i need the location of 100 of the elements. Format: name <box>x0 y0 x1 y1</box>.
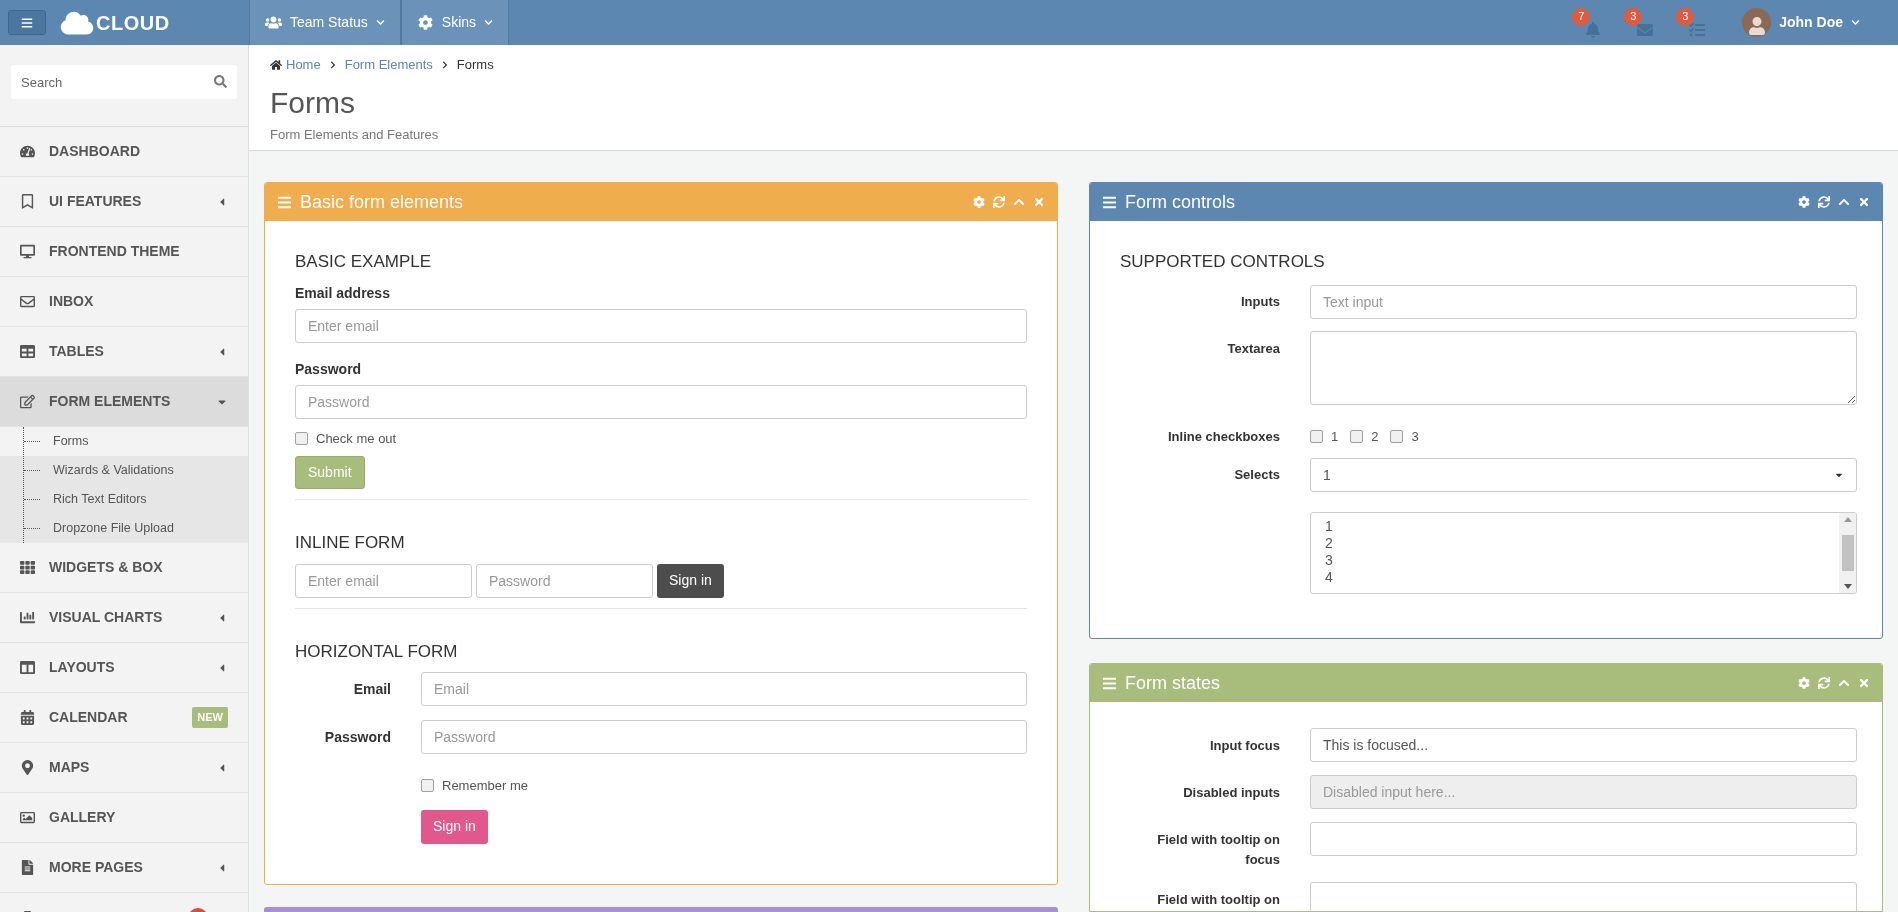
sidebar-item[interactable]: MAPS <box>0 743 248 793</box>
sidebar-label: GALLERY <box>49 808 116 827</box>
collapse-icon[interactable] <box>1013 196 1025 208</box>
notification-button[interactable]: 3 <box>1676 7 1707 38</box>
breadcrumb-link[interactable]: Form Elements <box>344 55 433 75</box>
sidebar-item[interactable]: VISUAL CHARTS <box>0 593 248 643</box>
submenu-item[interactable]: Dropzone File Upload <box>0 514 248 543</box>
input-field[interactable] <box>1310 882 1857 911</box>
sidebar-item[interactable]: UI FEATURES <box>0 177 248 227</box>
input-field[interactable]: Enter email <box>295 563 472 598</box>
menu-button[interactable] <box>8 10 46 35</box>
list-option[interactable]: 4 <box>1325 569 1825 586</box>
submenu-item[interactable]: Rich Text Editors <box>0 485 248 514</box>
sign-in-button[interactable]: Sign in <box>657 563 724 598</box>
edit-icon <box>20 394 35 409</box>
chevron-down-icon <box>1851 18 1860 27</box>
close-icon[interactable] <box>1858 677 1870 689</box>
count-badge: 3 <box>1676 7 1695 26</box>
input-field[interactable]: Password <box>421 720 1027 754</box>
field-label: Email <box>352 679 391 699</box>
refresh-icon[interactable] <box>1818 677 1830 689</box>
textarea[interactable] <box>1310 330 1857 405</box>
settings-icon[interactable] <box>973 196 985 208</box>
submenu-item[interactable]: Forms <box>0 427 248 456</box>
search-field[interactable]: Search <box>11 65 237 99</box>
checkbox[interactable] <box>1350 429 1364 443</box>
close-icon[interactable] <box>1858 196 1870 208</box>
field-label: Field with tooltip on focus <box>1156 831 1280 869</box>
close-icon[interactable] <box>1033 196 1045 208</box>
sidebar-item[interactable]: MORE PAGES <box>0 843 248 893</box>
collapse-icon[interactable] <box>1838 196 1850 208</box>
sidebar-item[interactable]: FORM ELEMENTS <box>0 377 248 427</box>
settings-icon[interactable] <box>1798 677 1810 689</box>
sidebar-item[interactable]: DASHBOARD <box>0 127 248 177</box>
panel-title: Form controls <box>1125 190 1236 214</box>
sidebar-item[interactable]: WIDGETS & BOX <box>0 543 248 593</box>
user-menu[interactable]: John Doe <box>1742 8 1860 37</box>
avatar <box>1742 8 1772 37</box>
sign-in-button[interactable]: Sign in <box>421 809 488 844</box>
field-label: Input focus <box>1208 737 1280 755</box>
sidebar-label: MAPS <box>49 758 90 777</box>
input-field[interactable] <box>1310 822 1857 856</box>
sidebar-label: WIDGETS & BOX <box>49 558 163 577</box>
list-option[interactable]: 2 <box>1325 535 1825 552</box>
breadcrumb-link[interactable]: Home <box>270 55 321 75</box>
chevron-right-icon <box>440 60 449 69</box>
input-field[interactable]: Password <box>295 384 1027 419</box>
chevron-down-icon <box>484 18 494 27</box>
input-field[interactable]: This is focused... <box>1310 728 1857 762</box>
collapse-icon[interactable] <box>1838 677 1850 689</box>
field-label: Inline checkboxes <box>1167 427 1280 446</box>
menu-icon[interactable] <box>1102 194 1117 210</box>
checkbox[interactable] <box>295 431 308 445</box>
sidebar-item[interactable]: LAYOUTS <box>0 643 248 693</box>
checkbox[interactable] <box>421 779 434 793</box>
count-badge: 7 <box>1572 7 1591 26</box>
input-field[interactable]: Email <box>421 672 1027 706</box>
notification-button[interactable]: 3 <box>1624 7 1655 38</box>
sidebar-item[interactable]: GALLERY <box>0 793 248 843</box>
refresh-icon[interactable] <box>993 196 1005 208</box>
gear-icon <box>416 15 434 30</box>
scroll-down-icon[interactable] <box>1843 584 1852 589</box>
menu-icon[interactable] <box>277 194 292 210</box>
refresh-icon[interactable] <box>1818 196 1830 208</box>
sidebar-label: FORM ELEMENTS <box>49 392 171 411</box>
field-label: Field with tooltip on <box>1156 891 1280 909</box>
grid-icon <box>20 560 35 575</box>
input-field[interactable]: Password <box>476 563 653 598</box>
multi-select-list[interactable]: 1 2 3 4 <box>1310 512 1857 594</box>
map-marker-icon <box>20 760 35 775</box>
list-option[interactable]: 1 <box>1325 518 1825 535</box>
input-field[interactable]: Text input <box>1310 284 1857 319</box>
sidebar-label: LAYOUTS <box>49 658 115 677</box>
select-field[interactable]: 1 <box>1310 458 1857 492</box>
sidebar-label: INBOX <box>49 292 94 311</box>
sidebar-label: MORE PAGES <box>49 858 143 877</box>
notification-button[interactable]: 7 <box>1572 7 1603 38</box>
settings-icon[interactable] <box>1798 196 1810 208</box>
checkbox[interactable] <box>1310 429 1323 443</box>
home-icon <box>270 58 282 71</box>
scrollbar[interactable] <box>1839 513 1856 593</box>
count-badge: 3 <box>1624 7 1643 26</box>
checkbox-label: 3 <box>1411 427 1419 446</box>
bookmark-icon <box>20 194 35 209</box>
input-field[interactable]: Enter email <box>295 308 1027 343</box>
checkbox[interactable] <box>1390 429 1404 443</box>
search-icon[interactable] <box>214 75 227 88</box>
table-icon <box>20 344 35 359</box>
chevron-right-icon <box>328 60 337 69</box>
sidebar-item[interactable]: FRONTEND THEME <box>0 227 248 277</box>
bell-icon <box>1584 21 1603 38</box>
dashboard-icon <box>20 144 35 159</box>
submenu-item[interactable]: Wizards & Validations <box>0 456 248 485</box>
sidebar-item[interactable]: INBOX <box>0 277 248 327</box>
sidebar-item[interactable]: CALENDAR NEW <box>0 693 248 743</box>
field-label: Email address <box>295 283 391 303</box>
menu-icon[interactable] <box>1102 675 1117 691</box>
logo: CLOUD <box>60 7 170 38</box>
scroll-up-icon[interactable] <box>1843 517 1852 522</box>
list-option[interactable]: 3 <box>1325 552 1825 569</box>
